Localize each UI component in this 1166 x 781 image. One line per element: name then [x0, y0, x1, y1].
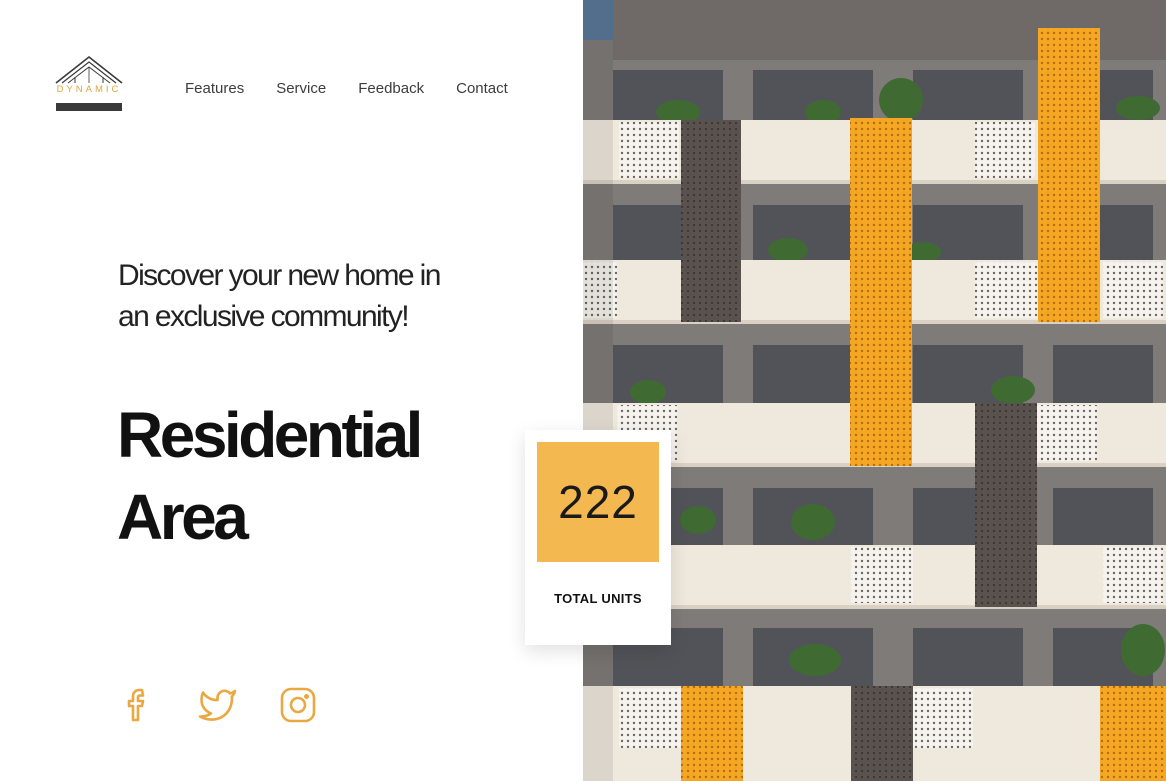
headline-line-1: Residential — [117, 399, 423, 471]
stat-highlight-box: 222 — [537, 442, 659, 562]
nav-link-service[interactable]: Service — [276, 80, 326, 97]
facebook-icon[interactable] — [118, 685, 158, 725]
building-facade-illustration — [583, 0, 1166, 781]
total-units-card: 222 TOTAL UNITS — [525, 430, 671, 645]
social-links — [118, 685, 318, 725]
total-units-label: TOTAL UNITS — [554, 591, 642, 606]
hero-tagline: Discover your new home in an exclusive c… — [118, 259, 441, 333]
nav-link-contact[interactable]: Contact — [456, 80, 508, 97]
brand-tagline-strip — [56, 103, 122, 111]
brand-name: DYNAMIC — [56, 84, 122, 95]
brand-logo[interactable]: DYNAMIC — [54, 55, 124, 113]
nav-link-feedback[interactable]: Feedback — [358, 80, 424, 97]
building-photo — [583, 0, 1166, 781]
hero-headline: Residential Area — [117, 394, 497, 558]
headline-line-2: Area — [117, 481, 249, 553]
instagram-icon[interactable] — [278, 685, 318, 725]
nav-link-features[interactable]: Features — [185, 80, 244, 97]
main-nav: Features Service Feedback Contact — [185, 80, 508, 97]
twitter-icon[interactable] — [198, 685, 238, 725]
total-units-value: 222 — [558, 476, 638, 528]
